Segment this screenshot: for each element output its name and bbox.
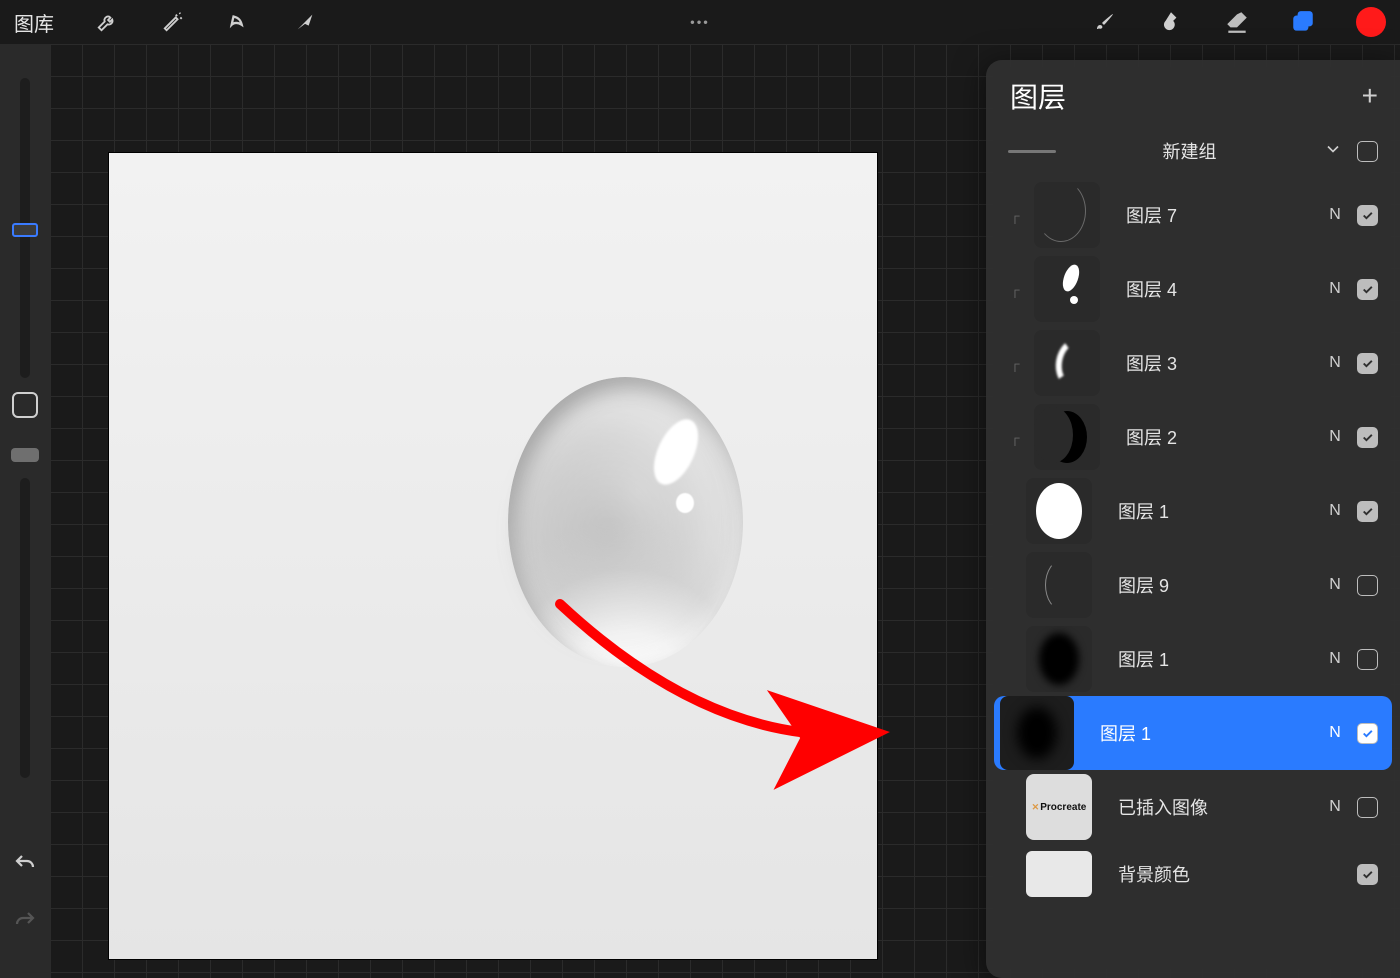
- layer-visibility-checkbox[interactable]: [1357, 501, 1378, 522]
- blend-mode-label[interactable]: N: [1325, 650, 1345, 668]
- magic-wand-icon[interactable]: [160, 9, 186, 35]
- layer-visibility-checkbox[interactable]: [1357, 427, 1378, 448]
- brush-size-handle[interactable]: [12, 223, 38, 237]
- move-arrow-icon[interactable]: [292, 9, 318, 35]
- selection-icon[interactable]: [226, 9, 252, 35]
- add-layer-button[interactable]: +: [1362, 80, 1378, 112]
- opacity-indicator[interactable]: [11, 448, 39, 462]
- layer-name: 图层 7: [1112, 202, 1313, 228]
- layer-thumbnail: [1034, 182, 1100, 248]
- group-thumb: [1008, 150, 1056, 153]
- modify-button[interactable]: [12, 392, 38, 418]
- chevron-down-icon[interactable]: [1323, 139, 1343, 164]
- layer-row[interactable]: ┌ 图层 3 N: [986, 326, 1400, 400]
- background-visibility-checkbox[interactable]: [1357, 864, 1378, 885]
- layer-row[interactable]: . 图层 9 N: [986, 548, 1400, 622]
- layer-row[interactable]: ┌ 图层 7 N: [986, 178, 1400, 252]
- layer-thumbnail: Procreate: [1026, 774, 1092, 840]
- layer-name: 图层 3: [1112, 350, 1313, 376]
- layers-icon[interactable]: [1290, 9, 1316, 35]
- gallery-button[interactable]: 图库: [14, 8, 54, 37]
- layer-visibility-checkbox[interactable]: [1357, 797, 1378, 818]
- layer-name: 图层 1: [1104, 646, 1313, 672]
- layer-thumbnail: [1034, 404, 1100, 470]
- layer-row[interactable]: . 图层 1 N: [986, 622, 1400, 696]
- blend-mode-label[interactable]: N: [1325, 354, 1345, 372]
- background-thumbnail: [1026, 851, 1092, 897]
- redo-icon[interactable]: [13, 909, 37, 938]
- clip-mask-indicator-icon: ┌: [1008, 282, 1022, 297]
- top-toolbar: 图库 •••: [0, 0, 1400, 44]
- workspace: 图层 + 新建组 ┌ 图层 7 N ┌ 图层 4 N ┌: [0, 44, 1400, 978]
- undo-icon[interactable]: [13, 852, 37, 881]
- layer-thumbnail: [1000, 696, 1074, 770]
- layer-thumbnail: [1026, 552, 1092, 618]
- layer-name: 图层 4: [1112, 276, 1313, 302]
- brush-icon[interactable]: [1092, 9, 1118, 35]
- layer-name: 图层 1: [1104, 498, 1313, 524]
- layer-row[interactable]: ┌ 图层 2 N: [986, 400, 1400, 474]
- layer-group-row[interactable]: 新建组: [986, 132, 1400, 178]
- layer-visibility-checkbox[interactable]: [1357, 649, 1378, 670]
- layer-thumbnail: [1026, 478, 1092, 544]
- blend-mode-label[interactable]: N: [1325, 206, 1345, 224]
- artwork-water-drop: [508, 377, 743, 667]
- layer-row-selected[interactable]: 图层 1 N: [994, 696, 1392, 770]
- blend-mode-label[interactable]: N: [1325, 280, 1345, 298]
- clip-mask-indicator-icon: ┌: [1008, 356, 1022, 371]
- layer-visibility-checkbox[interactable]: [1357, 723, 1378, 744]
- layer-visibility-checkbox[interactable]: [1357, 575, 1378, 596]
- blend-mode-label[interactable]: N: [1325, 798, 1345, 816]
- layer-row[interactable]: ┌ 图层 4 N: [986, 252, 1400, 326]
- background-color-row[interactable]: . 背景颜色: [986, 844, 1400, 904]
- layers-panel: 图层 + 新建组 ┌ 图层 7 N ┌ 图层 4 N ┌: [986, 60, 1400, 978]
- clip-mask-indicator-icon: ┌: [1008, 208, 1022, 223]
- layer-name: 图层 2: [1112, 424, 1313, 450]
- layer-name: 图层 9: [1104, 572, 1313, 598]
- brush-opacity-slider[interactable]: [20, 478, 30, 778]
- layer-visibility-checkbox[interactable]: [1357, 205, 1378, 226]
- active-color-chip[interactable]: [1356, 7, 1386, 37]
- layer-thumbnail: [1034, 330, 1100, 396]
- eraser-icon[interactable]: [1224, 9, 1250, 35]
- group-label: 新建组: [1070, 138, 1309, 164]
- smudge-icon[interactable]: [1158, 9, 1184, 35]
- layer-thumbnail: [1034, 256, 1100, 322]
- clip-mask-indicator-icon: ┌: [1008, 430, 1022, 445]
- brush-size-slider[interactable]: [20, 78, 30, 378]
- background-label: 背景颜色: [1104, 861, 1345, 887]
- layer-name: 图层 1: [1086, 720, 1313, 746]
- blend-mode-label[interactable]: N: [1325, 724, 1345, 742]
- group-visibility-checkbox[interactable]: [1357, 141, 1378, 162]
- layer-row[interactable]: . 图层 1 N: [986, 474, 1400, 548]
- overflow-menu-icon[interactable]: •••: [690, 15, 710, 30]
- blend-mode-label[interactable]: N: [1325, 428, 1345, 446]
- layers-panel-title: 图层: [1010, 76, 1066, 116]
- left-sidebar: [0, 44, 50, 978]
- layer-thumbnail: [1026, 626, 1092, 692]
- blend-mode-label[interactable]: N: [1325, 502, 1345, 520]
- blend-mode-label[interactable]: N: [1325, 576, 1345, 594]
- canvas[interactable]: [108, 152, 878, 960]
- layer-visibility-checkbox[interactable]: [1357, 279, 1378, 300]
- layer-row[interactable]: . Procreate 已插入图像 N: [986, 770, 1400, 844]
- wrench-icon[interactable]: [94, 9, 120, 35]
- layer-name: 已插入图像: [1104, 794, 1313, 820]
- layer-visibility-checkbox[interactable]: [1357, 353, 1378, 374]
